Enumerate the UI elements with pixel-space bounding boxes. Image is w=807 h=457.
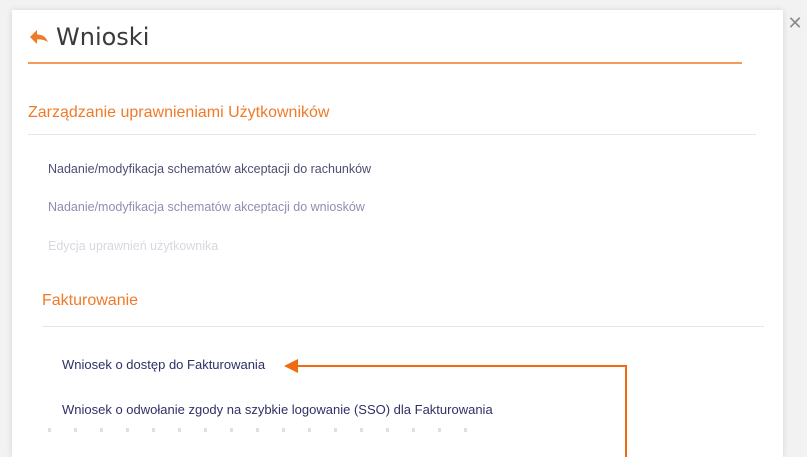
dialog-header: Wnioski bbox=[28, 20, 742, 64]
link-revoke-sso-consent[interactable]: Wniosek o odwołanie zgody na szybkie log… bbox=[62, 402, 493, 417]
link-edit-user-permissions[interactable]: Edycja uprawnień użytkownika bbox=[48, 239, 218, 253]
section-divider bbox=[42, 326, 764, 327]
section-divider bbox=[28, 134, 756, 135]
section-title-user-permissions: Zarządzanie uprawnieniami Użytkowników bbox=[28, 104, 330, 121]
close-icon: ✕ bbox=[787, 13, 803, 33]
partially-hidden-list-item bbox=[48, 428, 468, 432]
arrow-back-icon[interactable] bbox=[28, 26, 50, 48]
section-title-invoicing: Fakturowanie bbox=[42, 292, 139, 309]
link-invoicing-access-request[interactable]: Wniosek o dostęp do Fakturowania bbox=[62, 357, 265, 372]
link-account-approval-schemes[interactable]: Nadanie/modyfikacja schematów akceptacji… bbox=[48, 162, 371, 176]
close-button[interactable]: ✕ bbox=[786, 14, 804, 32]
requests-dialog bbox=[12, 10, 783, 457]
page-title: Wnioski bbox=[56, 23, 150, 51]
link-request-approval-schemes[interactable]: Nadanie/modyfikacja schematów akceptacji… bbox=[48, 200, 365, 214]
